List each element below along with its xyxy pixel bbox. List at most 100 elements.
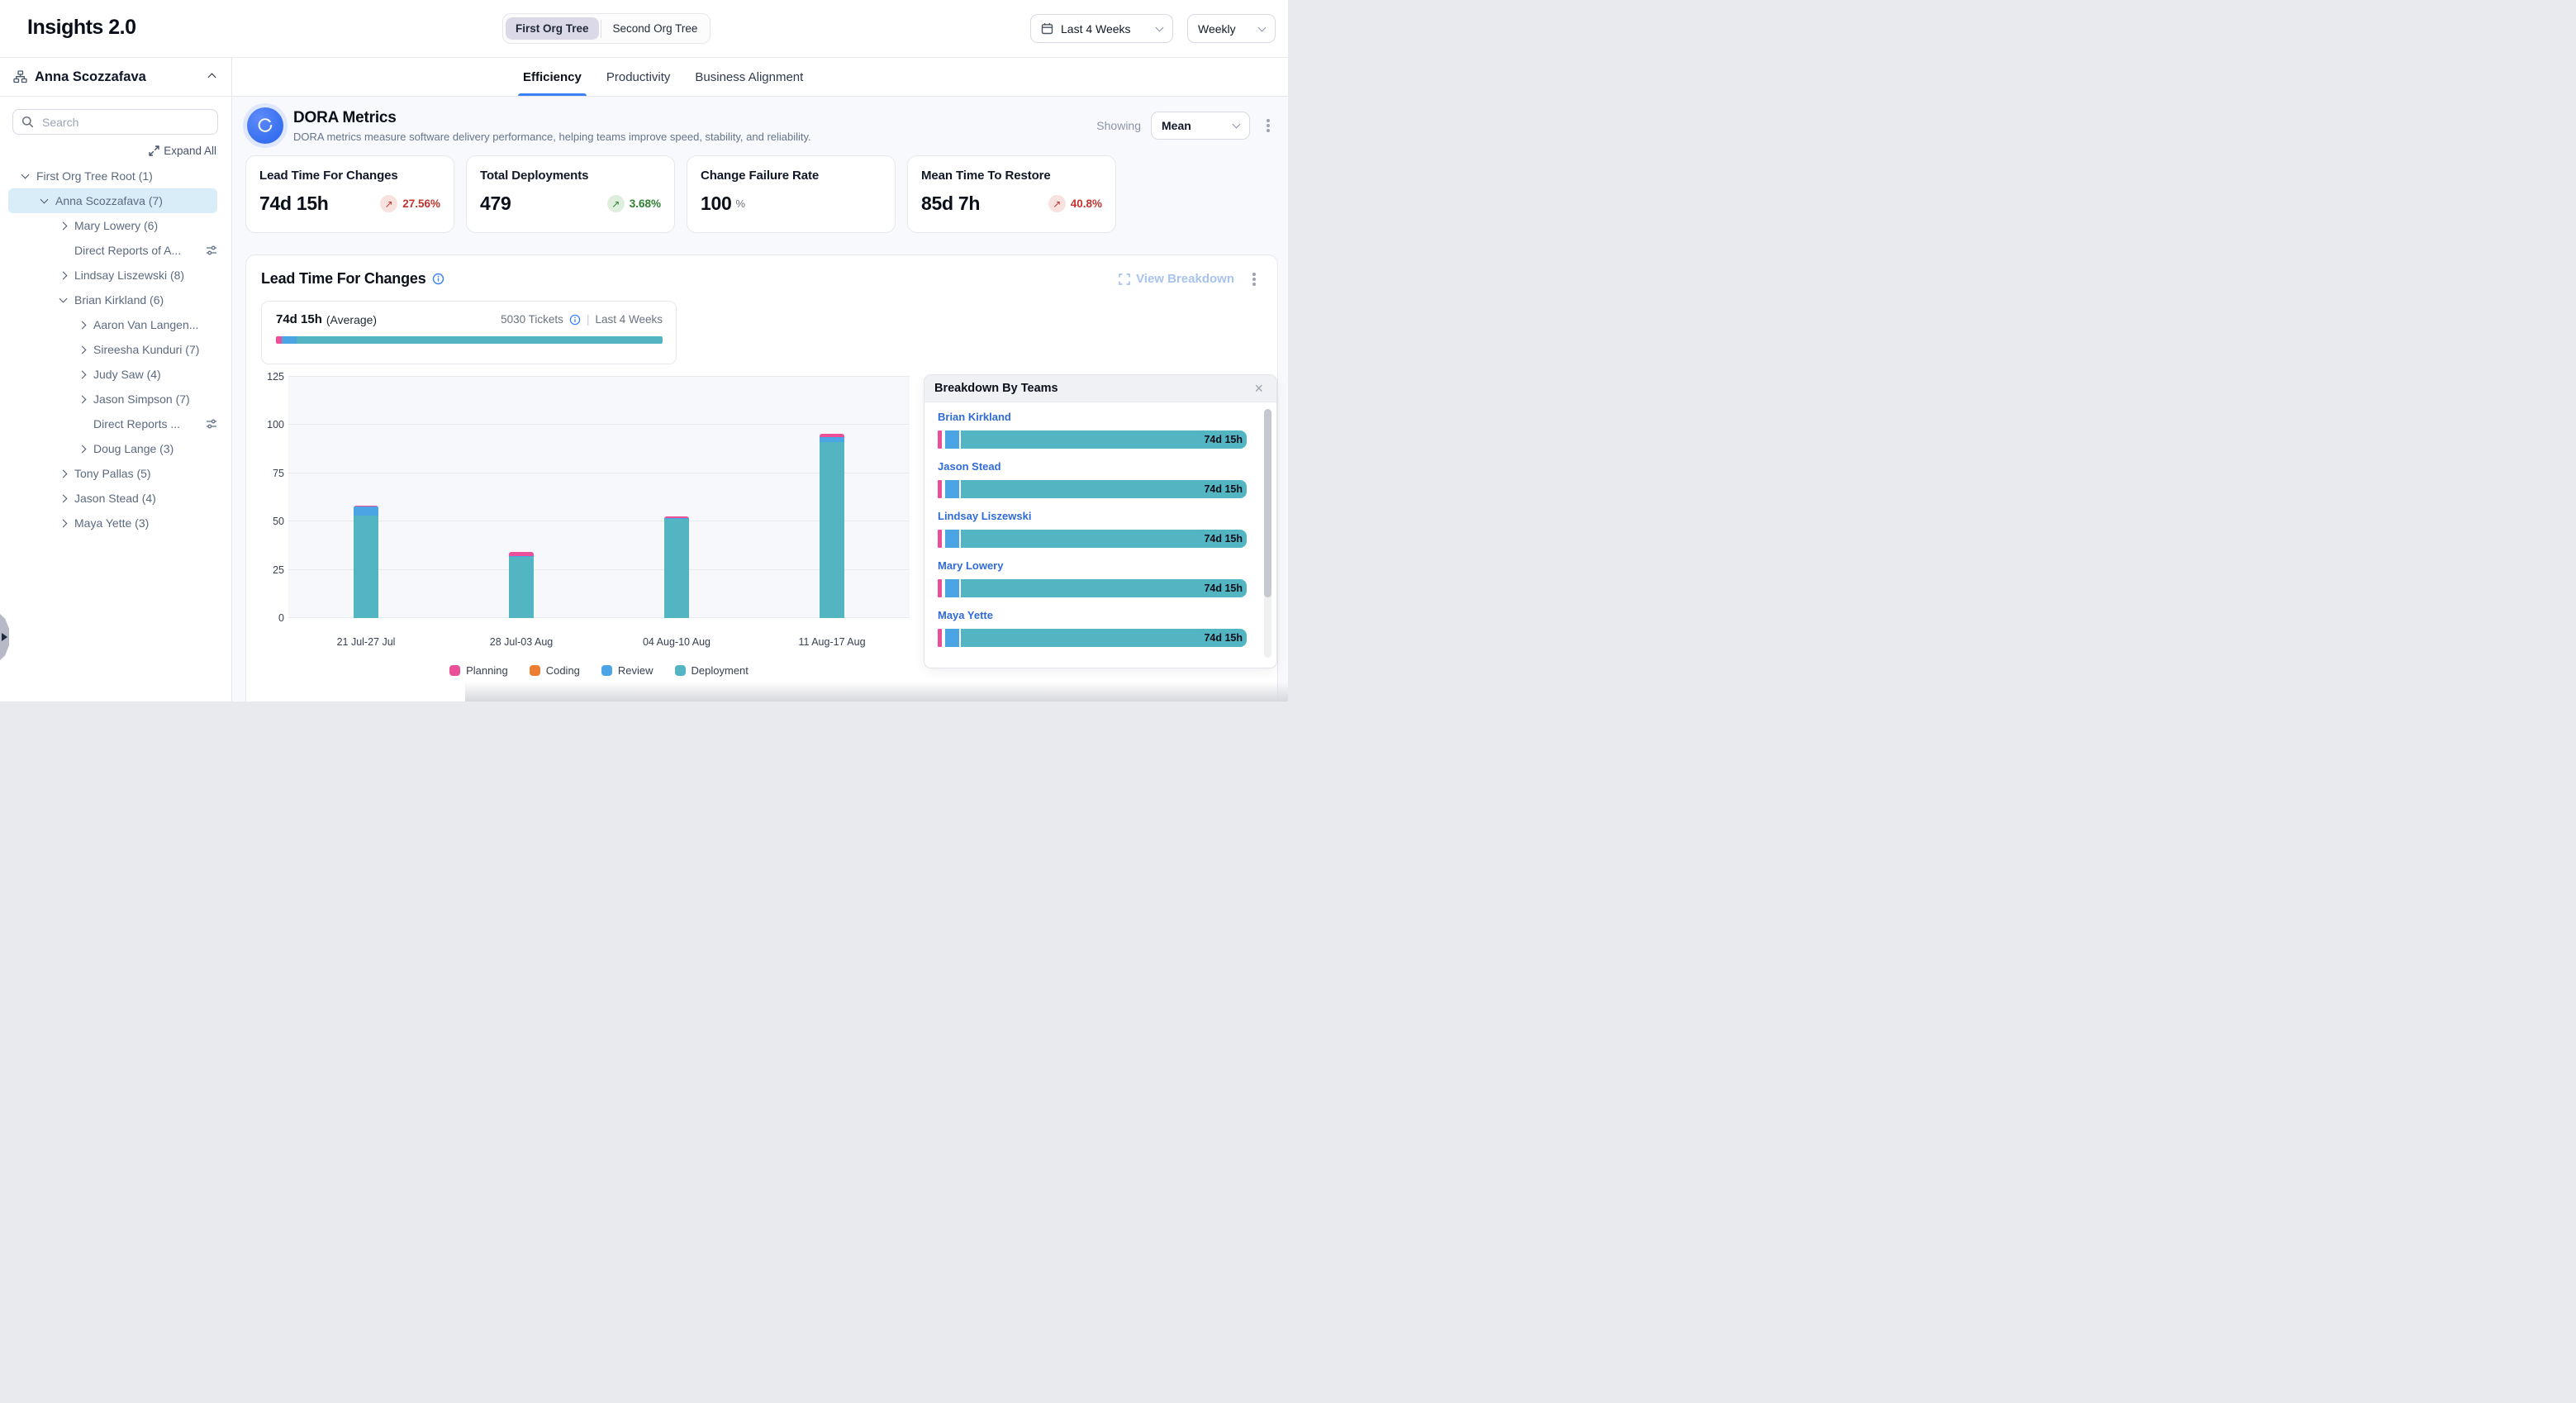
team-lead-time-bar[interactable]: 74d 15h (938, 530, 1247, 548)
trend-arrow-icon: ↗ (1048, 195, 1066, 212)
view-breakdown-button[interactable]: View Breakdown (1119, 272, 1234, 286)
bar-segment-review (945, 629, 959, 647)
tree-node-judy-saw-4[interactable]: Judy Saw (4) (8, 362, 217, 387)
granularity-select[interactable]: Weekly (1187, 14, 1276, 43)
filter-sliders-icon[interactable] (206, 418, 217, 430)
aggregation-select[interactable]: Mean (1151, 112, 1250, 140)
tree-node-direct-reports-of-a[interactable]: Direct Reports of A... (8, 238, 217, 263)
tree-node-jason-stead-4[interactable]: Jason Stead (4) (8, 486, 217, 511)
app-title: Insights 2.0 (27, 16, 136, 40)
metric-unit: % (735, 197, 745, 210)
legend-item-deployment[interactable]: Deployment (675, 664, 749, 677)
team-name-link[interactable]: Mary Lowery (938, 559, 1003, 572)
sidebar-expand-handle[interactable] (0, 614, 9, 660)
bar-segment-planning (938, 480, 942, 498)
bar-11-aug-17-aug[interactable] (820, 434, 844, 618)
chart-menu-kebab-icon[interactable] (1252, 278, 1256, 281)
close-icon[interactable]: × (1251, 379, 1267, 397)
y-tick-label: 125 (267, 371, 284, 383)
team-name-link[interactable]: Lindsay Liszewski (938, 510, 1031, 522)
chevron-right-icon[interactable] (58, 223, 68, 229)
tree-node-tony-pallas-5[interactable]: Tony Pallas (5) (8, 461, 217, 486)
breakdown-panel-title: Breakdown By Teams (934, 382, 1251, 395)
chevron-right-icon[interactable] (77, 347, 87, 353)
chevron-right-icon[interactable] (77, 397, 87, 402)
tree-node-mary-lowery-6[interactable]: Mary Lowery (6) (8, 213, 217, 238)
legend-swatch (530, 665, 540, 676)
chevron-right-icon[interactable] (58, 273, 68, 278)
y-tick-label: 25 (273, 564, 284, 576)
bar-segment-planning (938, 579, 942, 597)
tree-node-first-org-tree-root-1[interactable]: First Org Tree Root (1) (8, 164, 217, 188)
bar-segment-review (354, 507, 378, 516)
dora-cycle-icon (247, 107, 283, 144)
chevron-right-icon[interactable] (77, 322, 87, 328)
bar-21-jul-27-jul[interactable] (354, 506, 378, 618)
tab-efficiency[interactable]: Efficiency (523, 58, 582, 96)
chevron-right-icon[interactable] (58, 471, 68, 477)
toggle-first-org-tree[interactable]: First Org Tree (506, 17, 599, 40)
tree-node-label: Jason Simpson (7) (93, 392, 190, 406)
y-tick-label: 100 (267, 419, 284, 430)
chevron-down-icon (1258, 23, 1267, 31)
x-axis-labels: 21 Jul-27 Jul28 Jul-03 Aug04 Aug-10 Aug1… (288, 636, 910, 649)
dora-titles: DORA Metrics DORA metrics measure softwa… (293, 109, 1086, 143)
chart-title-text: Lead Time For Changes (261, 270, 426, 288)
chevron-right-icon[interactable] (58, 521, 68, 526)
team-name-link[interactable]: Jason Stead (938, 460, 1001, 473)
chevron-down-icon[interactable] (39, 199, 49, 202)
chevron-right-icon[interactable] (58, 496, 68, 502)
breakdown-panel-body: Brian Kirkland 74d 15h Jason Stead 74d 15h L… (924, 402, 1276, 668)
tree-node-sireesha-kunduri-7[interactable]: Sireesha Kunduri (7) (8, 337, 217, 362)
legend-item-planning[interactable]: Planning (449, 664, 508, 677)
team-lead-time-bar[interactable]: 74d 15h (938, 579, 1247, 597)
expand-all-button[interactable]: Expand All (0, 135, 231, 160)
tree-node-label: Sireesha Kunduri (7) (93, 343, 199, 356)
chevron-right-icon[interactable] (77, 372, 87, 378)
trend-arrow-icon: ↗ (380, 195, 397, 212)
team-lead-time-bar[interactable]: 74d 15h (938, 430, 1247, 449)
tree-node-jason-simpson-7[interactable]: Jason Simpson (7) (8, 387, 217, 411)
info-icon[interactable] (569, 314, 581, 326)
chevron-down-icon[interactable] (20, 174, 30, 178)
tree-node-direct-reports[interactable]: Direct Reports ... (8, 411, 217, 436)
search-icon (21, 116, 34, 128)
toggle-second-org-tree[interactable]: Second Org Tree (603, 17, 708, 40)
team-lead-time-value: 74d 15h (1204, 583, 1243, 594)
team-lead-time-bar[interactable]: 74d 15h (938, 480, 1247, 498)
team-name-link[interactable]: Maya Yette (938, 609, 993, 621)
dora-subtitle: DORA metrics measure software delivery p… (293, 131, 1086, 143)
sidebar-collapse-button[interactable] (206, 66, 218, 88)
filter-sliders-icon[interactable] (206, 245, 217, 256)
team-name-link[interactable]: Brian Kirkland (938, 411, 1011, 423)
tree-node-lindsay-liszewski-8[interactable]: Lindsay Liszewski (8) (8, 263, 217, 288)
metric-value: 85d 7h (921, 193, 980, 215)
tree-node-label: Jason Stead (4) (74, 492, 156, 505)
bar-04-aug-10-aug[interactable] (664, 516, 689, 618)
tree-node-brian-kirkland-6[interactable]: Brian Kirkland (6) (8, 288, 217, 312)
dora-menu-kebab-icon[interactable] (1267, 124, 1270, 127)
legend-item-coding[interactable]: Coding (530, 664, 580, 677)
search-input[interactable] (40, 115, 209, 130)
date-range-select[interactable]: Last 4 Weeks (1030, 14, 1173, 43)
tree-node-doug-lange-3[interactable]: Doug Lange (3) (8, 436, 217, 461)
chevron-down-icon[interactable] (58, 298, 68, 302)
bar-segment-deployment (664, 519, 689, 618)
chevron-right-icon[interactable] (77, 446, 87, 452)
tree-node-aaron-van-langen[interactable]: Aaron Van Langen... (8, 312, 217, 337)
gridline (288, 424, 910, 425)
legend-item-review[interactable]: Review (601, 664, 654, 677)
y-axis-labels: 0255075100125 (261, 377, 284, 618)
tab-productivity[interactable]: Productivity (606, 58, 671, 96)
bar-28-jul-03-aug[interactable] (509, 552, 534, 618)
tab-business-alignment[interactable]: Business Alignment (695, 58, 803, 96)
bar-segment-deployment (509, 557, 534, 618)
team-entry-jason-stead: Jason Stead 74d 15h (938, 459, 1247, 498)
lead-time-chart-card: Lead Time For Changes View Breakdown (245, 254, 1278, 702)
legend-swatch (675, 665, 686, 676)
tree-node-anna-scozzafava-7[interactable]: Anna Scozzafava (7) (8, 188, 217, 213)
tree-node-maya-yette-3[interactable]: Maya Yette (3) (8, 511, 217, 535)
scrollbar-thumb[interactable] (1264, 409, 1271, 597)
team-lead-time-bar[interactable]: 74d 15h (938, 629, 1247, 647)
info-icon[interactable] (432, 273, 444, 285)
